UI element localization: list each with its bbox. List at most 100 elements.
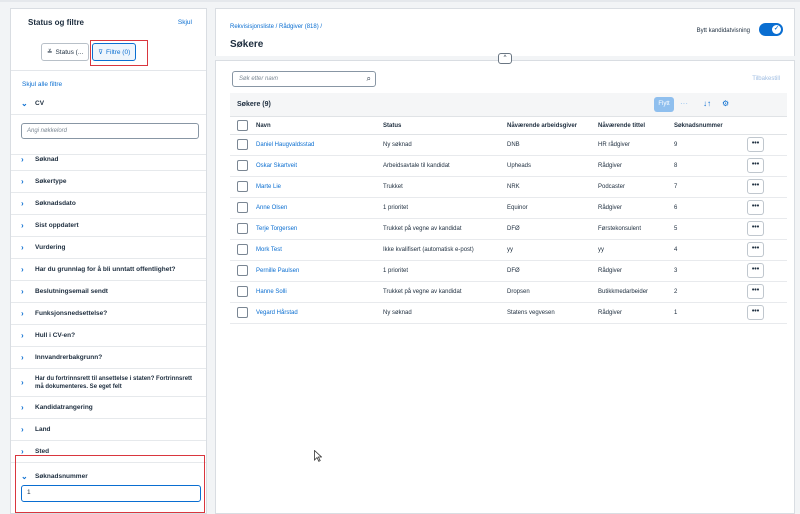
column-header-employer[interactable]: Nåværende arbeidsgiver (507, 123, 577, 129)
cell-employer: Statens vegvesen (507, 310, 555, 316)
table-row[interactable]: Anne Olsen 1 prioritet Equinor Rådgiver 6 ••• (230, 198, 787, 219)
highlight-box-soknadsnummer (15, 455, 205, 513)
row-actions-button[interactable]: ••• (747, 200, 764, 215)
chevron-right-icon: › (21, 378, 24, 387)
row-checkbox[interactable] (237, 139, 248, 150)
filter-item[interactable]: › Søknad (11, 149, 206, 171)
chevron-right-icon: › (21, 287, 24, 296)
hide-panel-link[interactable]: Skjul (178, 19, 192, 26)
table-row[interactable]: Hanne Solli Trukket på vegne av kandidat D… (230, 282, 787, 303)
row-checkbox[interactable] (237, 286, 248, 297)
cell-name[interactable]: Vegard Hårstad (256, 310, 298, 316)
chevron-right-icon: › (21, 199, 24, 208)
highlight-box-filters (90, 40, 148, 66)
view-switch-label: Bytt kandidatvisning (696, 28, 750, 34)
hide-all-filters-link[interactable]: Skjul alle filtre (22, 81, 62, 88)
chevron-right-icon: › (21, 221, 24, 230)
search-input[interactable]: Søk etter navn ⌕ (232, 71, 376, 87)
table-row[interactable]: Mork Test Ikke kvalifisert (automatisk e-… (230, 240, 787, 261)
table-row[interactable]: Daniel Haugvaldsstad Ny søknad DNB HR rådgi… (230, 135, 787, 156)
row-actions-button[interactable]: ••• (747, 242, 764, 257)
row-checkbox[interactable] (237, 160, 248, 171)
filter-label: Innvandrerbakgrunn? (35, 354, 103, 361)
filter-item[interactable]: › Sist oppdatert (11, 215, 206, 237)
cell-name[interactable]: Marte Lie (256, 184, 281, 190)
filter-label: Beslutningsemail sendt (35, 288, 108, 295)
filter-label: Land (35, 426, 51, 433)
move-button[interactable]: Flytt (654, 97, 674, 112)
table-row[interactable]: Oskar Skartveit Arbeidsavtale til kandida… (230, 156, 787, 177)
cell-employer: Dropsen (507, 289, 530, 295)
row-checkbox[interactable] (237, 265, 248, 276)
row-checkbox[interactable] (237, 181, 248, 192)
row-checkbox[interactable] (237, 223, 248, 234)
column-header-title[interactable]: Nåværende tittel (598, 123, 645, 129)
row-actions-button[interactable]: ••• (747, 284, 764, 299)
column-header-number[interactable]: Søknadsnummer (674, 123, 723, 129)
filter-item[interactable]: › Hull i CV-en? (11, 325, 206, 347)
cell-number: 8 (674, 163, 678, 169)
table-row[interactable]: Terje Torgersen Trukket på vegne av kandi… (230, 219, 787, 240)
collapse-header-button[interactable]: ^ (498, 53, 512, 64)
main-area: Rekvisisjonsliste / Rådgiver (818) / Søk… (215, 8, 800, 514)
cell-number: 7 (674, 184, 678, 190)
chevron-right-icon: › (21, 353, 24, 362)
chevron-right-icon: › (21, 265, 24, 274)
filter-item[interactable]: › Land (11, 419, 206, 441)
filter-cv[interactable]: ⌄ CV (11, 93, 206, 115)
row-actions-button[interactable]: ••• (747, 263, 764, 278)
cell-name[interactable]: Hanne Solli (256, 289, 287, 295)
column-header-name[interactable]: Navn (256, 123, 271, 129)
filter-label: Sted (35, 448, 50, 455)
cell-name[interactable]: Pernille Paulsen (256, 268, 299, 274)
row-actions-button[interactable]: ••• (747, 305, 764, 320)
row-actions-button[interactable]: ••• (747, 179, 764, 194)
filter-item[interactable]: › Søkertype (11, 171, 206, 193)
cell-status: 1 prioritet (383, 268, 409, 274)
breadcrumb[interactable]: Rekvisisjonsliste / Rådgiver (818) / (230, 24, 322, 30)
page-title: Søkere (230, 39, 264, 50)
row-actions-button[interactable]: ••• (747, 158, 764, 173)
row-checkbox[interactable] (237, 202, 248, 213)
filter-label: Søknad (35, 156, 59, 163)
filter-item[interactable]: › Har du grunnlag for å bli unntatt offen… (11, 259, 206, 281)
cell-name[interactable]: Anne Olsen (256, 205, 287, 211)
filter-item[interactable]: › Kandidatrangering (11, 397, 206, 419)
filter-label: Søkertype (35, 178, 67, 185)
filter-item[interactable]: › Innvandrerbakgrunn? (11, 347, 206, 369)
filter-label: CV (35, 100, 45, 107)
cell-status: 1 prioritet (383, 205, 409, 211)
filter-item[interactable]: › Vurdering (11, 237, 206, 259)
filter-item[interactable]: › Funksjonsnedsettelse? (11, 303, 206, 325)
row-checkbox[interactable] (237, 244, 248, 255)
filter-item[interactable]: › Søknadsdato (11, 193, 206, 215)
cell-employer: NRK (507, 184, 520, 190)
select-all-checkbox[interactable] (237, 120, 248, 131)
cell-status: Ikke kvalifisert (automatisk e-post) (383, 247, 474, 253)
keyword-input[interactable]: Angi nøkkelord (21, 123, 199, 139)
reset-link[interactable]: Tilbakestill (752, 76, 780, 82)
row-actions-button[interactable]: ••• (747, 221, 764, 236)
settings-icon[interactable]: ⚙ (722, 99, 729, 108)
column-header-status[interactable]: Status (383, 123, 401, 129)
cell-name[interactable]: Oskar Skartveit (256, 163, 297, 169)
cell-status: Arbeidsavtale til kandidat (383, 163, 450, 169)
table-row[interactable]: Marte Lie Trukket NRK Podcaster 7 ••• (230, 177, 787, 198)
filter-panel-title: Status og filtre (28, 18, 85, 27)
filter-item[interactable]: › Har du fortrinnsrett til ansettelse i s… (11, 369, 206, 397)
status-segment-button[interactable]: ≚ Status (... (41, 43, 90, 61)
view-switch-toggle[interactable]: ✓ (759, 23, 783, 36)
sort-icon[interactable]: ↓↑ (703, 99, 711, 108)
cell-name[interactable]: Mork Test (256, 247, 282, 253)
row-checkbox[interactable] (237, 307, 248, 318)
cell-status: Trukket på vegne av kandidat (383, 226, 462, 232)
cell-name[interactable]: Daniel Haugvaldsstad (256, 142, 314, 148)
cell-title: HR rådgiver (598, 142, 631, 148)
table-row[interactable]: Vegard Hårstad Ny søknad Statens vegvesen R… (230, 303, 787, 324)
filter-item[interactable]: › Beslutningsemail sendt (11, 281, 206, 303)
more-icon[interactable]: ··· (680, 99, 688, 108)
row-actions-button[interactable]: ••• (747, 137, 764, 152)
cell-name[interactable]: Terje Torgersen (256, 226, 297, 232)
search-icon: ⌕ (366, 74, 371, 83)
table-row[interactable]: Pernille Paulsen 1 prioritet DFØ Rådgiver 3 •… (230, 261, 787, 282)
